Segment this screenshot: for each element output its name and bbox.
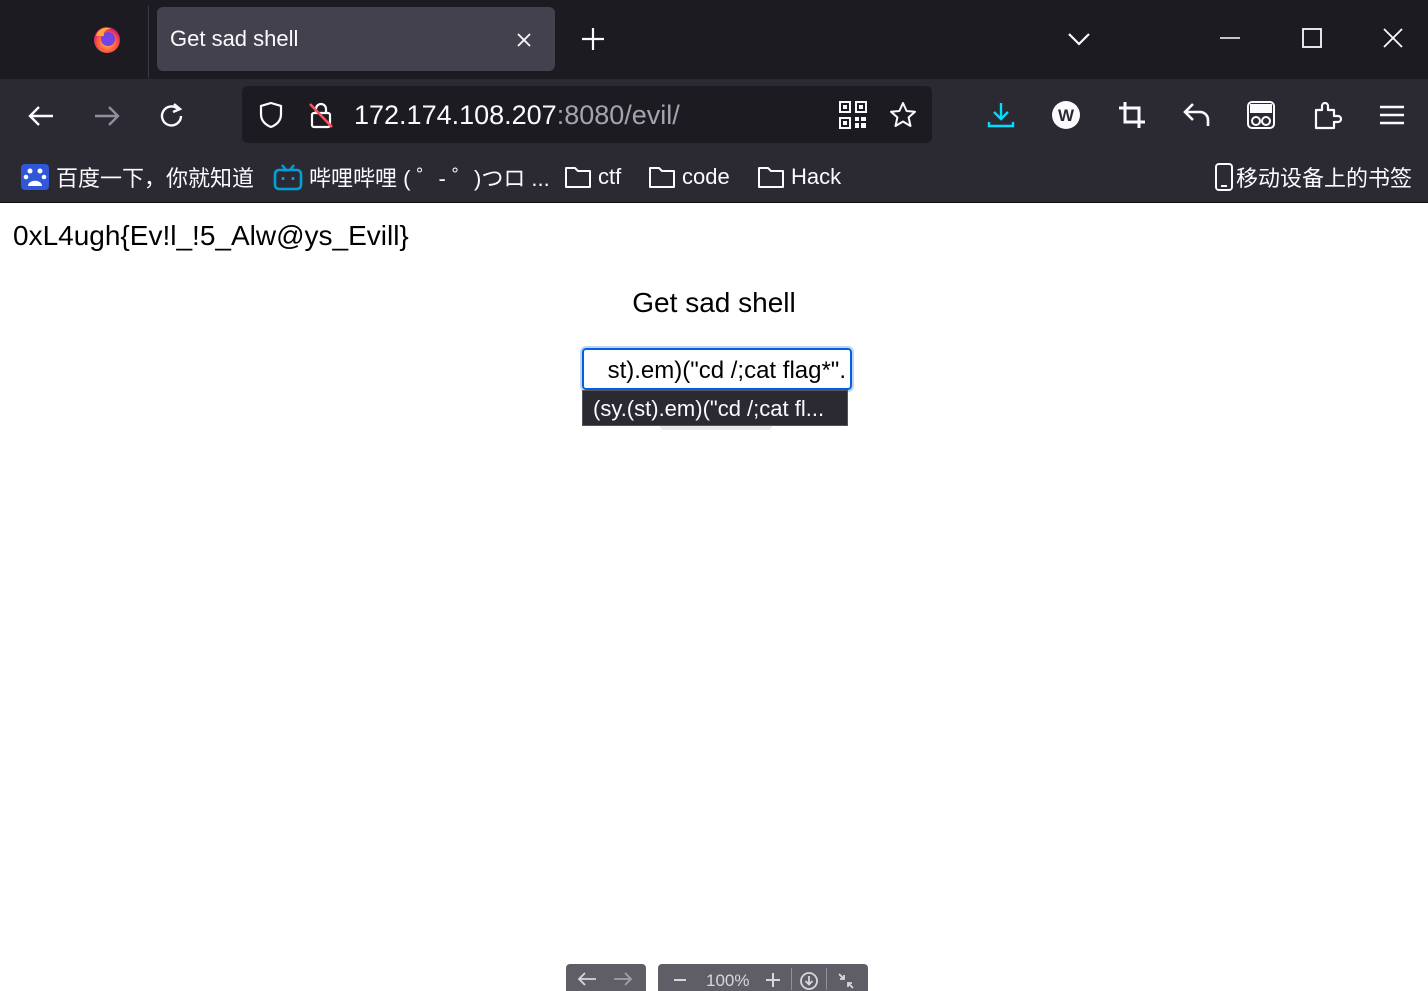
w-extension-icon[interactable]: W	[1051, 100, 1081, 130]
reload-icon[interactable]	[157, 101, 187, 131]
toolbar-divider	[826, 968, 827, 990]
tab-active[interactable]: Get sad shell	[157, 7, 555, 71]
page-nav-controls	[566, 964, 646, 991]
tab-separator	[148, 6, 149, 78]
insecure-lock-icon[interactable]	[306, 100, 336, 130]
toolbar-divider	[791, 968, 792, 990]
back-arrow-icon[interactable]	[576, 970, 598, 988]
exit-fullscreen-icon[interactable]	[836, 971, 856, 991]
mobile-device-icon	[1215, 163, 1233, 191]
qr-code-icon[interactable]	[838, 100, 868, 130]
close-tab-icon[interactable]	[513, 29, 535, 51]
download-icon[interactable]	[986, 100, 1016, 130]
url-text[interactable]: 172.174.108.207:8080/evil/	[354, 100, 680, 131]
close-window-icon[interactable]	[1381, 26, 1405, 50]
folder-icon	[649, 167, 675, 188]
minimize-window-icon[interactable]	[1218, 26, 1242, 50]
url-host: 172.174.108.207	[354, 100, 557, 130]
bookmark-folder-code[interactable]: code	[648, 163, 730, 191]
bookmark-label: 百度一下，你就知道	[56, 166, 255, 191]
zoom-level: 100%	[706, 971, 750, 990]
extensions-puzzle-icon[interactable]	[1312, 100, 1342, 130]
bookmarks-toolbar: 百度一下，你就知道 哔哩哔哩 ( ゜- ゜)つロ ... ctf code Ha…	[0, 153, 1428, 203]
bookmark-star-icon[interactable]	[888, 100, 918, 130]
crop-icon[interactable]	[1117, 100, 1147, 130]
baidu-icon	[21, 164, 49, 190]
zoom-controls: 100%	[658, 964, 868, 991]
page-title: Get sad shell	[632, 287, 796, 318]
command-input-value: st).em)("cd /;cat flag*".	[607, 357, 846, 384]
bookmark-label: 哔哩哔哩 ( ゜- ゜)つロ ...	[309, 166, 550, 191]
firefox-logo-icon[interactable]	[92, 24, 122, 54]
svg-text:W: W	[1058, 106, 1075, 125]
download-circle-icon[interactable]	[799, 971, 819, 991]
mobile-bookmarks-label: 移动设备上的书签	[1236, 166, 1413, 191]
reader-view-icon[interactable]	[1246, 100, 1276, 130]
folder-icon	[565, 167, 591, 188]
forward-arrow-icon	[95, 106, 120, 126]
url-path: :8080/evil/	[556, 100, 680, 130]
forward-arrow-icon[interactable]	[612, 970, 634, 988]
hamburger-menu-icon[interactable]	[1377, 100, 1407, 130]
flag-text: 0xL4ugh{Ev!l_!5_Alw@ys_Evill}	[13, 220, 409, 251]
bookmark-label: ctf	[598, 164, 622, 189]
autocomplete-suggestion[interactable]: (sy.(st).em)("cd /;cat fl...	[593, 396, 824, 422]
autocomplete-dropdown[interactable]: (sy.(st).em)("cd /;cat fl...	[582, 390, 848, 426]
shield-icon[interactable]	[256, 100, 286, 130]
maximize-window-icon[interactable]	[1300, 26, 1324, 50]
bookmark-folder-ctf[interactable]: ctf	[564, 163, 621, 191]
tab-strip: Get sad shell	[0, 0, 1428, 79]
bookmark-label: code	[682, 164, 730, 189]
tab-title: Get sad shell	[170, 26, 299, 51]
command-input[interactable]: st).em)("cd /;cat flag*".	[580, 346, 854, 392]
zoom-out-icon[interactable]	[672, 972, 688, 988]
url-bar[interactable]: 172.174.108.207:8080/evil/	[242, 86, 932, 143]
bookmark-bilibili[interactable]: 哔哩哔哩 ( ゜- ゜)つロ ...	[273, 163, 550, 191]
bookmark-folder-hack[interactable]: Hack	[757, 163, 841, 191]
new-tab-plus-icon[interactable]	[580, 26, 606, 52]
chevron-down-icon[interactable]	[1066, 26, 1092, 52]
mobile-bookmarks[interactable]: 移动设备上的书签	[1214, 163, 1412, 191]
undo-arrow-icon[interactable]	[1182, 100, 1212, 130]
bilibili-icon	[273, 164, 303, 191]
navigation-toolbar: 172.174.108.207:8080/evil/ W	[0, 79, 1428, 153]
bookmark-label: Hack	[791, 164, 842, 189]
zoom-in-icon[interactable]	[764, 971, 782, 989]
bookmark-baidu[interactable]: 百度一下，你就知道	[20, 163, 254, 191]
back-arrow-icon[interactable]	[26, 101, 56, 131]
folder-icon	[758, 167, 784, 188]
